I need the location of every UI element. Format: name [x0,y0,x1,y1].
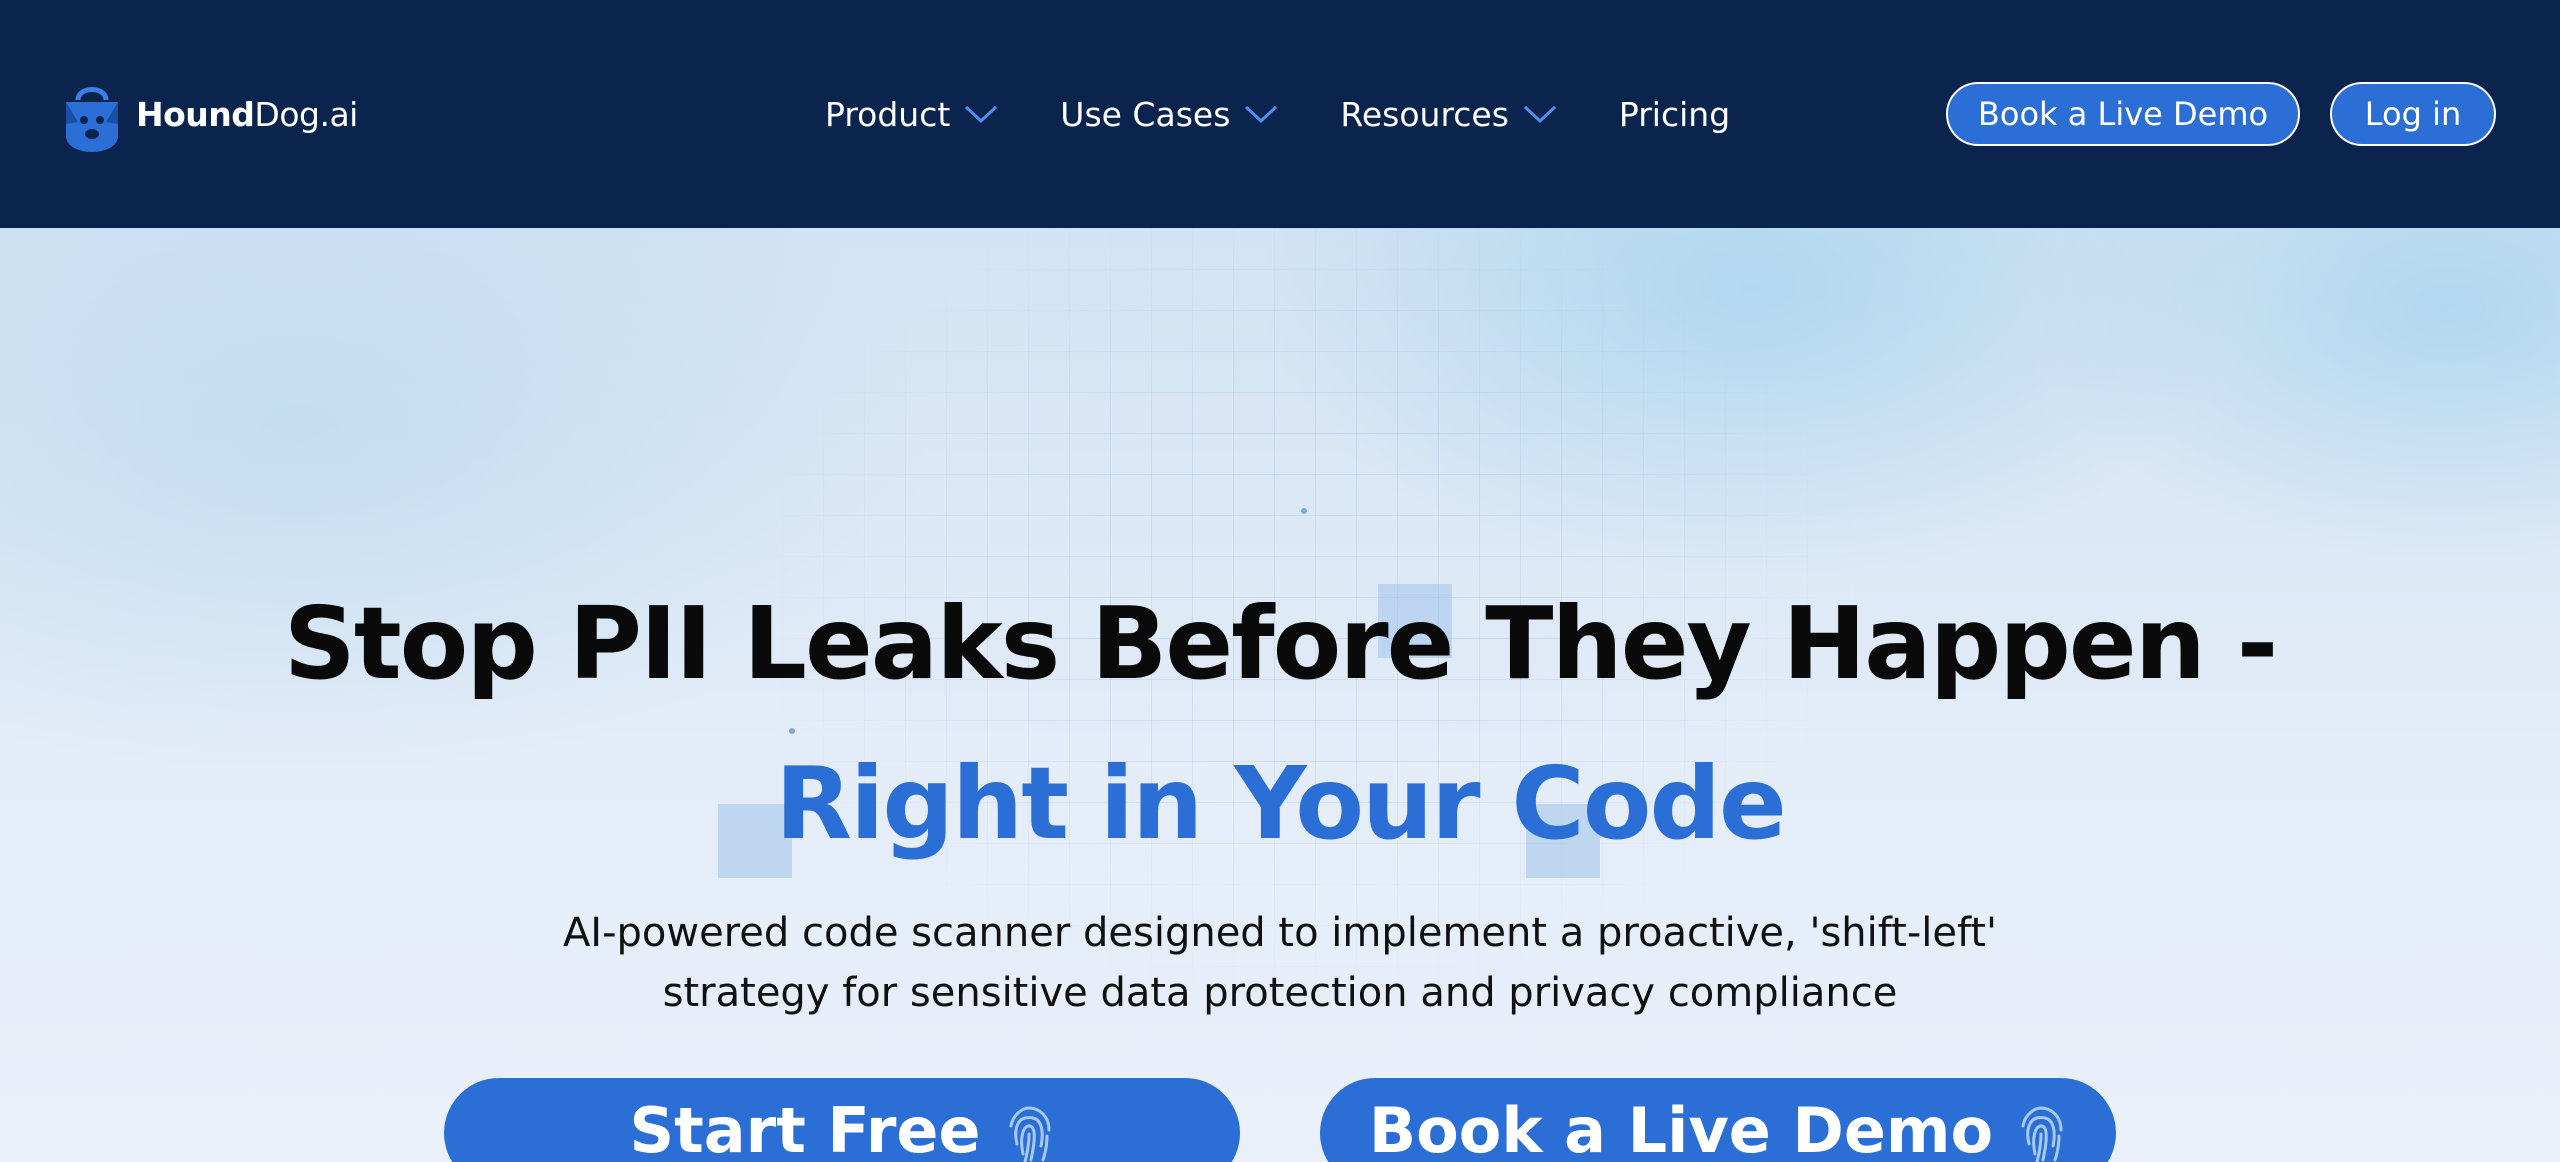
start-free-button[interactable]: Start Free [444,1078,1240,1162]
hero-subtitle: AI-powered code scanner designed to impl… [562,910,1998,956]
hero-headline-highlight: Right in Your Code [775,745,1787,862]
hero-headline: Stop PII Leaks Before They Happen - [283,585,2278,702]
chevron-down-icon [965,105,998,124]
hound-lock-icon [66,87,118,152]
book-live-demo-label: Book a Live Demo [1368,1094,1994,1162]
book-live-demo-button[interactable]: Book a Live Demo [1320,1078,2116,1162]
nav-use-cases[interactable]: Use Cases [1060,95,1278,134]
fingerprint-icon [1009,1106,1050,1162]
nav-pricing-label: Pricing [1618,94,1731,134]
top-navbar: HoundDog.ai Product Use Cases Resources … [0,0,2560,228]
nav-pricing[interactable]: Pricing [1619,95,1730,134]
logo-text: HoundDog.ai [136,94,358,134]
nav-product-label: Product [825,94,951,134]
logo[interactable]: HoundDog.ai [62,74,358,154]
chevron-down-icon [1523,105,1556,124]
decorative-dot [1301,508,1307,514]
decorative-dot [789,728,795,734]
chevron-down-icon [1245,105,1278,124]
nav-use-cases-label: Use Cases [1060,94,1231,134]
login-button[interactable]: Log in [2330,82,2496,146]
nav-resources[interactable]: Resources [1340,95,1557,134]
nav-resources-label: Resources [1340,94,1509,134]
fingerprint-icon [2021,1106,2063,1162]
nav-product[interactable]: Product [825,95,998,134]
hero-subtitle: strategy for sensitive data protection a… [662,970,1898,1016]
book-demo-button[interactable]: Book a Live Demo [1946,82,2300,146]
start-free-label: Start Free [629,1094,981,1162]
main-nav: Product Use Cases Resources Pricing [825,82,1730,146]
